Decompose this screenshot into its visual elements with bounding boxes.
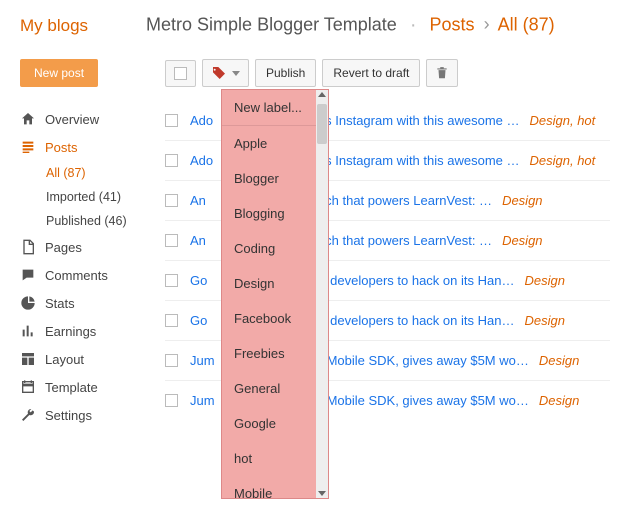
sidebar-item-overview[interactable]: Overview <box>20 105 155 133</box>
post-checkbox[interactable] <box>165 194 178 207</box>
dropdown-label-item[interactable]: Apple <box>222 126 328 161</box>
post-title-start[interactable]: Jum <box>190 353 215 368</box>
sidebar-item-stats[interactable]: Stats <box>20 289 155 317</box>
sidebar-sub-published[interactable]: Published (46) <box>46 209 155 233</box>
post-title-link[interactable]: 5 developers to hack on its Han… <box>319 313 514 328</box>
stats-icon <box>20 295 36 311</box>
main-content: Publish Revert to draft Ado s Instagram w… <box>155 47 620 511</box>
scroll-down-icon[interactable] <box>318 491 326 496</box>
sidebar: New post Overview Posts All (87) Importe… <box>0 47 155 511</box>
post-checkbox[interactable] <box>165 234 178 247</box>
post-checkbox[interactable] <box>165 314 178 327</box>
sidebar-item-layout[interactable]: Layout <box>20 345 155 373</box>
my-blogs-link[interactable]: My blogs <box>20 16 88 36</box>
publish-button[interactable]: Publish <box>255 59 316 87</box>
dropdown-label-item[interactable]: Coding <box>222 231 328 266</box>
sidebar-item-template[interactable]: Template <box>20 373 155 401</box>
breadcrumb-dot: · <box>410 14 417 36</box>
sidebar-item-label: Template <box>45 380 98 395</box>
blog-name: Metro Simple Blogger Template <box>146 14 397 34</box>
sidebar-item-pages[interactable]: Pages <box>20 233 155 261</box>
dropdown-label-item[interactable]: Mobile <box>222 476 328 499</box>
post-checkbox[interactable] <box>165 354 178 367</box>
pages-icon <box>20 239 36 255</box>
sidebar-item-label: Earnings <box>45 324 96 339</box>
sidebar-item-label: Comments <box>45 268 108 283</box>
sidebar-item-posts[interactable]: Posts <box>20 133 155 161</box>
sidebar-item-label: Posts <box>45 140 78 155</box>
header: My blogs Metro Simple Blogger Template ·… <box>0 0 620 47</box>
dropdown-label-item[interactable]: Blogging <box>222 196 328 231</box>
post-labels[interactable]: Design <box>502 193 542 208</box>
post-title-start[interactable]: Ado <box>190 113 213 128</box>
post-checkbox[interactable] <box>165 274 178 287</box>
dropdown-label-item[interactable]: General <box>222 371 328 406</box>
post-labels[interactable]: Design <box>539 393 579 408</box>
scroll-up-icon[interactable] <box>318 92 326 97</box>
post-title-start[interactable]: An <box>190 233 206 248</box>
post-title-link[interactable]: ech that powers LearnVest: … <box>318 233 492 248</box>
select-all-checkbox[interactable] <box>165 60 196 87</box>
trash-icon <box>435 66 449 80</box>
tag-icon <box>211 65 227 81</box>
chevron-down-icon <box>232 71 240 76</box>
scrollbar-thumb[interactable] <box>317 104 327 144</box>
new-post-button[interactable]: New post <box>20 59 98 87</box>
home-icon <box>20 111 36 127</box>
post-title-link[interactable]: s Instagram with this awesome … <box>325 153 519 168</box>
post-labels[interactable]: Design <box>524 273 564 288</box>
sidebar-item-label: Stats <box>45 296 75 311</box>
delete-button[interactable] <box>426 59 458 87</box>
breadcrumb-all[interactable]: All (87) <box>498 14 555 34</box>
breadcrumb: Metro Simple Blogger Template · Posts › … <box>146 14 555 37</box>
post-labels[interactable]: Design <box>502 233 542 248</box>
sidebar-sub-imported[interactable]: Imported (41) <box>46 185 155 209</box>
wrench-icon <box>20 407 36 423</box>
post-title-start[interactable]: Go <box>190 273 207 288</box>
earnings-icon <box>20 323 36 339</box>
dropdown-new-label[interactable]: New label... <box>222 90 328 125</box>
sidebar-item-settings[interactable]: Settings <box>20 401 155 429</box>
sidebar-item-label: Pages <box>45 240 82 255</box>
post-title-start[interactable]: Ado <box>190 153 213 168</box>
sidebar-item-comments[interactable]: Comments <box>20 261 155 289</box>
sidebar-item-label: Overview <box>45 112 99 127</box>
sidebar-item-earnings[interactable]: Earnings <box>20 317 155 345</box>
dropdown-label-item[interactable]: Facebook <box>222 301 328 336</box>
dropdown-label-item[interactable]: Google <box>222 406 328 441</box>
labels-dropdown-button[interactable] <box>202 59 249 87</box>
revert-button[interactable]: Revert to draft <box>322 59 420 87</box>
post-title-link[interactable]: 5 developers to hack on its Han… <box>319 273 514 288</box>
post-checkbox[interactable] <box>165 394 178 407</box>
post-title-link[interactable]: ech that powers LearnVest: … <box>318 193 492 208</box>
sidebar-item-label: Settings <box>45 408 92 423</box>
labels-dropdown: New label... AppleBloggerBloggingCodingD… <box>221 89 329 499</box>
post-title-start[interactable]: Go <box>190 313 207 328</box>
post-labels[interactable]: Design <box>524 313 564 328</box>
post-title-link[interactable]: s Instagram with this awesome … <box>325 113 519 128</box>
post-labels[interactable]: Design <box>539 353 579 368</box>
post-title-link[interactable]: Mobile SDK, gives away $5M wo… <box>327 393 529 408</box>
post-title-start[interactable]: An <box>190 193 206 208</box>
post-checkbox[interactable] <box>165 114 178 127</box>
post-checkbox[interactable] <box>165 154 178 167</box>
sidebar-sub-all[interactable]: All (87) <box>46 161 155 185</box>
post-title-start[interactable]: Jum <box>190 393 215 408</box>
post-labels[interactable]: Design, hot <box>530 153 596 168</box>
dropdown-label-item[interactable]: Freebies <box>222 336 328 371</box>
comments-icon <box>20 267 36 283</box>
toolbar: Publish Revert to draft <box>165 59 610 87</box>
posts-icon <box>20 139 36 155</box>
template-icon <box>20 379 36 395</box>
layout-icon <box>20 351 36 367</box>
breadcrumb-sep: › <box>484 14 490 34</box>
post-labels[interactable]: Design, hot <box>530 113 596 128</box>
sidebar-item-label: Layout <box>45 352 84 367</box>
dropdown-label-item[interactable]: Design <box>222 266 328 301</box>
breadcrumb-posts[interactable]: Posts <box>430 14 475 34</box>
post-title-link[interactable]: Mobile SDK, gives away $5M wo… <box>327 353 529 368</box>
dropdown-scrollbar[interactable] <box>316 90 328 498</box>
dropdown-label-item[interactable]: hot <box>222 441 328 476</box>
dropdown-label-item[interactable]: Blogger <box>222 161 328 196</box>
